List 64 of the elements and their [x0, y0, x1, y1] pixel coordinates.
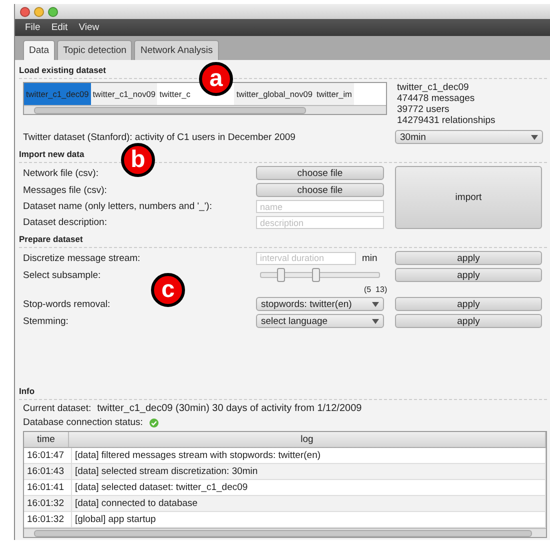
table-cell: 16:01:41: [24, 480, 72, 495]
dataset-item[interactable]: twitter_im: [314, 83, 354, 105]
import-button[interactable]: import: [395, 166, 542, 229]
table-cell: 16:01:43: [24, 464, 72, 479]
choose-file-button[interactable]: choose file: [256, 166, 384, 180]
table-cell: [data] connected to database: [72, 496, 546, 511]
text-field[interactable]: name: [256, 200, 384, 213]
field-label: Messages file (csv):: [22, 184, 108, 196]
field-label: Select subsample:: [22, 270, 102, 280]
caret-icon: [531, 134, 538, 140]
dataset-detail: twitter_c1_dec09: [397, 82, 470, 93]
unit-label: min: [362, 252, 378, 264]
dataset-detail: 39772 users: [397, 104, 450, 115]
dataset-item[interactable]: twitter_global_nov09: [234, 83, 314, 105]
field-label: Stemming:: [22, 316, 70, 326]
field-label: Stop-words removal:: [22, 298, 112, 310]
table-cell: [global] app startup: [72, 512, 546, 527]
close-button[interactable]: [20, 6, 30, 16]
table-cell: [data] selected stream discretization: 30min: [72, 464, 546, 479]
scrollbar[interactable]: [24, 105, 386, 114]
slider-thumb[interactable]: [312, 268, 320, 282]
table-cell: 16:01:32: [24, 496, 72, 511]
dataset-detail: 14279431 relationships: [397, 115, 496, 126]
menu-item[interactable]: View: [78, 22, 100, 33]
minimize-button[interactable]: [34, 6, 44, 16]
field-label: Network file (csv):: [22, 168, 100, 178]
column-header[interactable]: log: [69, 432, 546, 447]
slider-thumb[interactable]: [276, 268, 285, 282]
field-label: Discretize message stream:: [22, 252, 142, 264]
table-cell: 16:01:32: [24, 512, 72, 527]
interval-dropdown[interactable]: 30min: [395, 130, 543, 144]
apply-button[interactable]: apply: [395, 297, 542, 311]
tab[interactable]: Data: [23, 40, 56, 60]
dataset-item[interactable]: twitter_c1_nov09: [90, 83, 158, 105]
scrollbar[interactable]: [24, 528, 546, 537]
table-cell: 16:01:47: [24, 448, 72, 463]
table-cell: [data] selected dataset: twitter_c1_dec09: [72, 480, 546, 495]
zoom-button[interactable]: [48, 6, 58, 16]
menu-item[interactable]: File: [25, 22, 40, 33]
menu-item[interactable]: Edit: [51, 22, 68, 33]
apply-button[interactable]: apply: [395, 314, 542, 328]
status-label: Database connection status:: [23, 417, 143, 428]
tab[interactable]: Network Analysis: [134, 40, 219, 60]
section-heading: Prepare dataset: [19, 229, 547, 248]
choose-file-button[interactable]: choose file: [256, 183, 384, 197]
current-dataset-label: Current dataset:: [23, 403, 92, 414]
text-field[interactable]: interval duration: [256, 252, 356, 264]
dropdown[interactable]: select language: [256, 314, 384, 328]
dropdown[interactable]: stopwords: twitter(en): [256, 297, 384, 311]
field-label: Dataset name (only letters, numbers and '_'):: [22, 201, 213, 212]
current-dataset-value: twitter_c1_dec09 (30min) 30 days of activity from 1/12/2009: [97, 403, 362, 414]
caret-icon: [372, 302, 379, 306]
range-reading: (5 13): [364, 285, 388, 294]
dataset-description: Twitter dataset (Stanford): activity of C1 users in December 2009: [22, 132, 296, 142]
apply-button[interactable]: apply: [395, 268, 542, 282]
tab[interactable]: Topic detection: [57, 40, 132, 60]
dataset-detail: 474478 messages: [397, 93, 476, 104]
apply-button[interactable]: apply: [395, 251, 542, 265]
table-cell: [data] filtered messages stream with stopwords: twitter(en): [72, 448, 546, 463]
section-heading: Info: [19, 381, 547, 400]
column-header[interactable]: time: [24, 432, 69, 447]
caret-icon: [372, 318, 379, 324]
text-field[interactable]: description: [256, 216, 384, 229]
field-label: Dataset description:: [22, 217, 108, 228]
